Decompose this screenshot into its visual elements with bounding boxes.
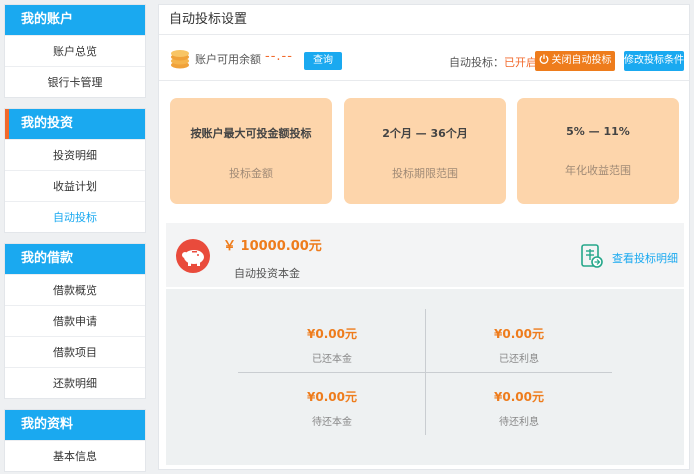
card-label: 投标金额	[229, 167, 273, 180]
sidebar-item-repayment-details[interactable]: 还款明细	[5, 367, 145, 398]
auto-invest-amount: ￥ 10000.00元	[223, 239, 322, 254]
sidebar-item-auto-bid[interactable]: 自动投标	[5, 201, 145, 232]
stat-label: 待还本金	[312, 417, 352, 428]
sidebar-group-title[interactable]: 我的账户	[5, 5, 145, 35]
bid-condition-cards: 按账户最大可投金额投标 投标金额 2个月 — 36个月 投标期限范围 5% — …	[170, 98, 680, 204]
bid-amount-card: 按账户最大可投金额投标 投标金额	[170, 98, 332, 204]
main-panel: 自动投标设置 账户可用余额 --.-- 查询 自动投标：已开启 关闭自动投标 修…	[158, 4, 690, 470]
card-value: 按账户最大可投金额投标	[190, 127, 312, 140]
sidebar-group-account: 我的账户 账户总览 银行卡管理	[4, 4, 146, 98]
card-value: 5% — 11%	[566, 125, 630, 138]
power-icon	[539, 54, 548, 64]
sidebar-item-bank-card[interactable]: 银行卡管理	[5, 66, 145, 97]
stat-value: ¥0.00元	[307, 390, 357, 404]
sidebar-group-loan: 我的借款 借款概览 借款申请 借款项目 还款明细	[4, 243, 146, 399]
modify-bid-conditions-button[interactable]: 修改投标条件	[624, 51, 684, 71]
sidebar-item-loan-apply[interactable]: 借款申请	[5, 305, 145, 336]
card-value: 2个月 — 36个月	[382, 127, 468, 140]
stat-pending-principal: ¥0.00元 待还本金	[242, 388, 422, 428]
stat-label: 已还利息	[499, 354, 539, 365]
query-button[interactable]: 查询	[304, 52, 342, 70]
card-label: 年化收益范围	[565, 164, 631, 177]
sidebar-item-account-overview[interactable]: 账户总览	[5, 35, 145, 66]
stat-repaid-principal: ¥0.00元 已还本金	[242, 325, 422, 365]
stat-value: ¥0.00元	[494, 390, 544, 404]
coins-icon	[171, 50, 189, 69]
auto-bid-label: 自动投标：	[449, 56, 504, 69]
divider	[238, 372, 612, 373]
view-bid-details-link[interactable]: 查看投标明细	[612, 250, 678, 266]
sidebar-item-loan-project[interactable]: 借款项目	[5, 336, 145, 367]
auto-invest-amount-label: 自动投资本金	[234, 267, 300, 280]
auto-invest-summary: ￥ 10000.00元 自动投资本金 查看投标明细	[166, 223, 684, 287]
piggy-bank-icon	[176, 239, 210, 273]
sidebar-group-title[interactable]: 我的借款	[5, 244, 145, 274]
annual-yield-card: 5% — 11% 年化收益范围	[517, 98, 679, 204]
close-auto-bid-label: 关闭自动投标	[551, 55, 612, 66]
stat-value: ¥0.00元	[307, 327, 357, 341]
sidebar-item-investment-details[interactable]: 投资明细	[5, 139, 145, 170]
balance-value: --.--	[265, 49, 293, 64]
page-title: 自动投标设置	[159, 5, 689, 35]
sidebar-item-income-plan[interactable]: 收益计划	[5, 170, 145, 201]
auto-bid-status-value: 已开启	[504, 56, 537, 69]
auto-bid-status: 自动投标：已开启	[449, 54, 537, 70]
balance-label: 账户可用余额	[195, 53, 261, 66]
sidebar-item-loan-overview[interactable]: 借款概览	[5, 274, 145, 305]
sidebar-group-profile: 我的资料 基本信息	[4, 409, 146, 472]
repayment-stats: ¥0.00元 已还本金 ¥0.00元 已还利息 ¥0.00元 待还本金 ¥0.0…	[166, 289, 684, 465]
sidebar-group-investment: 我的投资 投资明细 收益计划 自动投标	[4, 108, 146, 233]
stat-repaid-interest: ¥0.00元 已还利息	[429, 325, 609, 365]
stat-label: 待还利息	[499, 417, 539, 428]
close-auto-bid-button[interactable]: 关闭自动投标	[535, 51, 615, 71]
bid-term-card: 2个月 — 36个月 投标期限范围	[344, 98, 506, 204]
stat-value: ¥0.00元	[494, 327, 544, 341]
balance-row: 账户可用余额 --.-- 查询 自动投标：已开启 关闭自动投标 修改投标条件	[159, 35, 689, 81]
stat-pending-interest: ¥0.00元 待还利息	[429, 388, 609, 428]
sidebar: 我的账户 账户总览 银行卡管理 我的投资 投资明细 收益计划 自动投标 我的借款…	[4, 4, 146, 474]
sidebar-item-basic-info[interactable]: 基本信息	[5, 440, 145, 471]
card-label: 投标期限范围	[392, 167, 458, 180]
stat-label: 已还本金	[312, 354, 352, 365]
bid-details-icon[interactable]	[581, 244, 603, 268]
sidebar-group-title[interactable]: 我的投资	[5, 109, 145, 139]
sidebar-group-title[interactable]: 我的资料	[5, 410, 145, 440]
